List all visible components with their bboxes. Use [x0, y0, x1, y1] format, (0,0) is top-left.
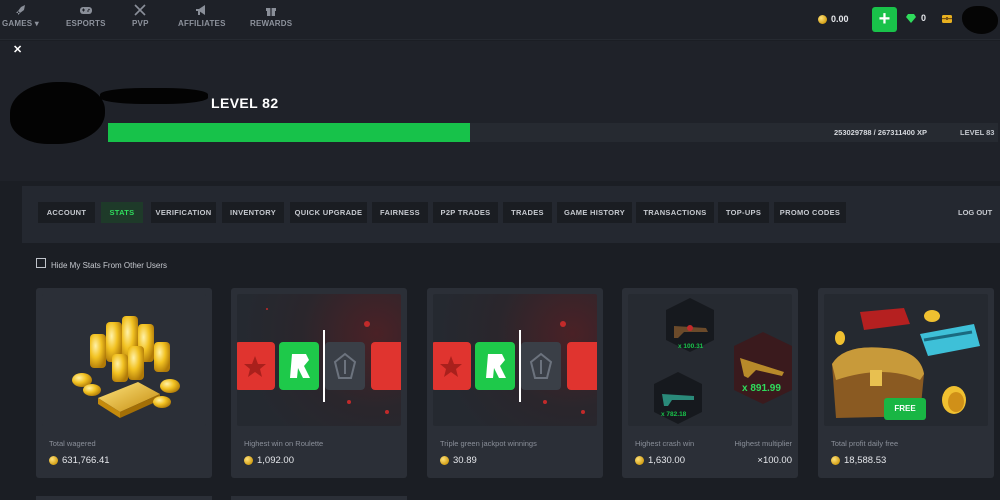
tab-p2p-trades[interactable]: P2P TRADES — [433, 202, 498, 223]
tab-game-history[interactable]: GAME HISTORY — [557, 202, 632, 223]
tab-fairness[interactable]: FAIRNESS — [372, 202, 428, 223]
tab-verification[interactable]: VERIFICATION — [151, 202, 216, 223]
nav-item-pvp[interactable]: PVP — [132, 4, 149, 28]
nav-label-pvp: PVP — [132, 19, 149, 28]
stat-title: Total wagered — [49, 439, 96, 448]
close-icon[interactable]: ✕ — [13, 43, 22, 56]
next-level-label: LEVEL 83 — [960, 128, 995, 137]
stat-card-highest-roulette: Highest win on Roulette 1,092.00 — [231, 288, 407, 478]
treasure-chest-icon[interactable] — [941, 12, 953, 24]
balance-amount: 0.00 — [831, 14, 849, 24]
chevron-down-icon: ▾ — [34, 19, 39, 28]
nav-label-games: GAMES — [2, 19, 33, 28]
coin-icon — [635, 456, 644, 465]
crash-multiplier-small: x 100.31 — [678, 343, 704, 350]
stat-title: Total profit daily free — [831, 439, 899, 448]
xp-progress-fill — [108, 123, 470, 142]
nav-item-games[interactable]: GAMES ▾ — [2, 4, 39, 28]
user-avatar[interactable] — [962, 6, 998, 34]
stat-title: Highest crash win — [635, 439, 695, 448]
stat-card-total-wagered: Total wagered 631,766.41 — [36, 288, 212, 478]
gem-count: 0 — [921, 13, 927, 23]
tab-quick-upgrade[interactable]: QUICK UPGRADE — [290, 202, 367, 223]
coin-icon — [818, 14, 827, 24]
tab-account[interactable]: ACCOUNT — [38, 202, 95, 223]
crash-multiplier-small: x 782.18 — [661, 411, 687, 418]
nav-label-rewards: REWARDS — [250, 19, 293, 28]
free-badge: FREE — [884, 398, 926, 420]
stat-card-daily-free: FREE Total profit daily free 18,588.53 — [818, 288, 994, 478]
stat-value: 1,092.00 — [257, 455, 294, 466]
crash-weapons-image: x 100.31 x 891.99 x 782.18 — [628, 294, 792, 426]
roulette-image — [237, 294, 401, 426]
stat-title: Triple green jackpot winnings — [440, 439, 537, 448]
crossed-swords-icon — [133, 4, 147, 16]
tab-trades[interactable]: TRADES — [503, 202, 552, 223]
megaphone-icon — [195, 4, 209, 16]
tab-top-ups[interactable]: TOP-UPS — [718, 202, 769, 223]
nav-item-affiliates[interactable]: AFFILIATES — [178, 4, 226, 28]
gem-icon — [906, 14, 916, 23]
gold-coins-image — [42, 294, 206, 426]
stat-card-triple-green: Triple green jackpot winnings 30.89 — [427, 288, 603, 478]
coin-icon — [49, 456, 58, 465]
add-funds-button[interactable]: + — [872, 7, 897, 32]
gift-icon — [264, 4, 278, 16]
roulette-image — [433, 294, 597, 426]
rocket-icon — [14, 4, 28, 16]
coin-icon — [831, 456, 840, 465]
nav-label-affiliates: AFFILIATES — [178, 19, 226, 28]
stat-title: Highest win on Roulette — [244, 439, 324, 448]
stat-value: 1,630.00 — [648, 455, 685, 466]
hide-stats-checkbox[interactable] — [36, 258, 46, 268]
stat-value: 18,588.53 — [844, 455, 887, 466]
coin-icon — [440, 456, 449, 465]
nav-label-esports: ESPORTS — [66, 19, 106, 28]
tab-stats[interactable]: STATS — [101, 202, 143, 223]
xp-text: 253029788 / 267311400 XP — [834, 128, 928, 137]
profile-panel — [0, 41, 1000, 181]
stat-card-crash: x 100.31 x 891.99 x 782.18 Highest crash… — [622, 288, 798, 478]
level-title: LEVEL 82 — [211, 95, 279, 111]
next-row-card-edge — [36, 496, 212, 500]
logout-button[interactable]: LOG OUT — [958, 208, 992, 217]
profile-avatar — [10, 82, 105, 144]
next-row-card-edge — [231, 496, 407, 500]
wallet-balance[interactable]: 0.00 — [812, 8, 864, 30]
gamepad-icon — [79, 4, 93, 16]
nav-item-esports[interactable]: ESPORTS — [66, 4, 106, 28]
stat-value: 631,766.41 — [62, 455, 110, 466]
tab-transactions[interactable]: TRANSACTIONS — [636, 202, 714, 223]
stat-value: 30.89 — [453, 455, 477, 466]
crash-multiplier-big: x 891.99 — [742, 383, 781, 394]
hide-stats-label: Hide My Stats From Other Users — [51, 261, 168, 270]
stat-value-multiplier: ×100.00 — [757, 455, 792, 466]
nav-item-rewards[interactable]: REWARDS — [250, 4, 292, 28]
tab-inventory[interactable]: INVENTORY — [222, 202, 284, 223]
stat-title-multiplier: Highest multiplier — [734, 439, 792, 448]
daily-free-chest-image: FREE — [824, 294, 988, 426]
tab-promo-codes[interactable]: PROMO CODES — [774, 202, 846, 223]
profile-username — [100, 88, 208, 104]
coin-icon — [244, 456, 253, 465]
